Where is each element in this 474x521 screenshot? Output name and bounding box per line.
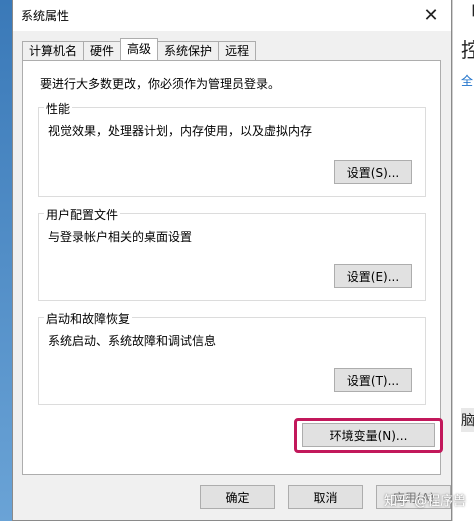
watermark: 知乎 @程序兽 bbox=[384, 494, 467, 509]
group-legend: 启动和故障恢复 bbox=[44, 310, 133, 327]
background-text: 脑 bbox=[461, 408, 474, 432]
tab-panel-advanced: 要进行大多数更改，你必须作为管理员登录。 性能 视觉效果，处理器计划，内存使用，… bbox=[22, 60, 441, 475]
group-description: 系统启动、系统故障和调试信息 bbox=[48, 334, 217, 348]
window-title: 系统属性 bbox=[21, 9, 70, 23]
admin-notice: 要进行大多数更改，你必须作为管理员登录。 bbox=[40, 77, 281, 91]
cancel-button[interactable]: 取消 bbox=[288, 485, 363, 509]
startup-recovery-group: 启动和故障恢复 系统启动、系统故障和调试信息 设置(T)... bbox=[38, 310, 426, 405]
tab-hardware[interactable]: 硬件 bbox=[83, 41, 122, 60]
environment-variables-button[interactable]: 环境变量(N)... bbox=[302, 423, 435, 447]
tab-advanced[interactable]: 高级 bbox=[120, 38, 159, 60]
group-legend: 性能 bbox=[44, 100, 73, 117]
system-properties-dialog: 系统属性 ✕ 计算机名 硬件 高级 系统保护 远程 要进行大多数更改，你必须作为… bbox=[12, 0, 452, 521]
ok-button[interactable]: 确定 bbox=[200, 485, 275, 509]
close-icon[interactable]: ✕ bbox=[411, 0, 451, 31]
tab-system-protection[interactable]: 系统保护 bbox=[157, 41, 220, 60]
tab-remote[interactable]: 远程 bbox=[218, 41, 257, 60]
background-window: 「 控 全 脑 bbox=[452, 0, 474, 521]
performance-group: 性能 视觉效果，处理器计划，内存使用，以及虚拟内存 设置(S)... bbox=[38, 100, 426, 197]
tab-strip: 计算机名 硬件 高级 系统保护 远程 bbox=[22, 38, 257, 60]
startup-recovery-settings-button[interactable]: 设置(T)... bbox=[334, 368, 412, 392]
user-profiles-settings-button[interactable]: 设置(E)... bbox=[334, 264, 412, 288]
background-text: 「 bbox=[461, 0, 474, 26]
desktop-background bbox=[0, 0, 12, 521]
background-text: 控 bbox=[461, 38, 474, 62]
group-description: 视觉效果，处理器计划，内存使用，以及虚拟内存 bbox=[48, 124, 313, 138]
performance-settings-button[interactable]: 设置(S)... bbox=[334, 160, 412, 184]
user-profiles-group: 用户配置文件 与登录帐户相关的桌面设置 设置(E)... bbox=[38, 206, 426, 301]
tab-computer-name[interactable]: 计算机名 bbox=[22, 41, 85, 60]
background-link: 全 bbox=[461, 74, 474, 88]
group-description: 与登录帐户相关的桌面设置 bbox=[48, 230, 193, 244]
group-legend: 用户配置文件 bbox=[44, 206, 121, 223]
title-bar[interactable]: 系统属性 ✕ bbox=[13, 0, 451, 31]
